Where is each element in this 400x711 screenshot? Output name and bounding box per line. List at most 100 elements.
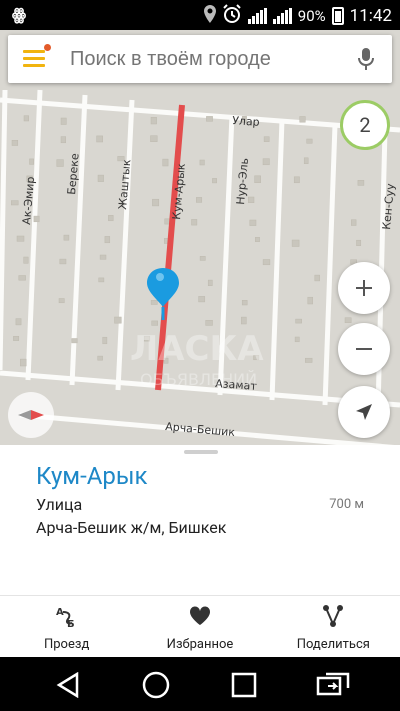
building [11,200,19,206]
building [295,318,302,324]
building [212,178,217,184]
building [196,197,203,203]
action-bar: АБ Проезд Избранное Поделиться [0,596,400,657]
building [104,236,111,244]
building [18,275,26,281]
building [108,215,114,222]
building [60,136,66,144]
menu-icon[interactable] [23,44,51,67]
building [16,235,25,242]
route-icon: АБ [55,604,79,628]
building [58,298,65,304]
watermark-sub: ОБЪЯВЛЕНИЙ [140,370,257,389]
zoom-out-button[interactable] [338,323,390,375]
building [33,215,40,223]
building [262,259,271,266]
building [305,357,313,363]
place-card: Кум-Арык Улица 700 м Арча-Бешик ж/м, Биш… [0,445,400,657]
place-address: Арча-Бешик ж/м, Бишкек [36,518,227,537]
notification-dot [44,44,51,51]
compass-icon [18,410,44,420]
building [205,320,213,326]
my-location-button[interactable] [338,386,390,438]
building [150,300,158,305]
building [207,279,213,286]
building [11,140,19,146]
building [356,239,362,246]
building [299,116,306,123]
building [314,274,320,282]
building [306,138,313,144]
odnoklassniki-icon: ꙮ [12,5,27,24]
signal-sim2-icon [272,8,292,24]
building [97,174,104,182]
dual-window-icon [316,672,350,696]
building [102,336,108,345]
building [263,136,270,142]
recents-button[interactable] [229,670,259,700]
map-view[interactable]: Улар Ак-Эмир Береке Жаштык Кум-Арык Нур-… [0,30,400,445]
route-button[interactable]: АБ Проезд [0,596,133,657]
building [291,239,300,247]
battery-icon [331,7,344,25]
navigation-arrow-icon [356,404,372,420]
sheet-handle[interactable] [184,450,218,454]
building [23,256,29,264]
building [152,198,160,207]
building [13,336,20,341]
place-title: Кум-Арык [36,462,148,490]
building [307,296,313,305]
building [15,318,22,326]
search-input[interactable] [70,45,340,73]
location-icon [203,5,216,27]
favorite-button[interactable]: Избранное [133,596,266,657]
search-bar[interactable] [8,35,392,83]
building [96,135,103,143]
building [248,196,255,203]
building [199,159,205,166]
building [56,159,64,167]
back-triangle-icon [56,672,79,698]
building [71,338,78,344]
dual-window-button[interactable] [316,670,350,700]
home-button[interactable] [141,670,171,700]
battery-percent: 90% [297,7,326,25]
building [344,317,352,323]
street-label-ular: Улар [232,114,260,129]
cluster-count-badge[interactable]: 2 [340,100,390,150]
clock: 11:42 [349,6,392,26]
building [98,277,105,283]
heart-icon [188,604,212,628]
building [255,237,260,242]
recents-square-icon [231,672,257,698]
alarm-icon [222,4,242,28]
building [191,219,198,226]
home-circle-icon [142,671,170,699]
building [199,256,206,261]
building [254,175,261,183]
share-button[interactable]: Поделиться [267,596,400,657]
system-nav-bar [0,657,400,711]
building [29,158,34,165]
back-button[interactable] [53,670,83,700]
share-icon [321,604,345,628]
building [357,180,365,186]
zoom-in-button[interactable] [338,262,390,314]
building [59,258,67,265]
share-label: Поделиться [296,637,370,652]
building [206,116,213,122]
status-bar: ꙮ 90% 11:42 [0,0,400,30]
building [351,219,357,226]
place-type: Улица [36,495,83,514]
microphone-icon[interactable] [358,48,374,70]
building [114,316,122,324]
plus-icon [356,280,372,296]
building [262,158,270,166]
signal-sim1-icon [247,8,267,24]
building [63,234,70,241]
building [303,157,309,164]
place-distance: 700 м [329,497,364,512]
route-label: Проезд [43,637,90,652]
building [23,115,29,122]
compass-button[interactable] [8,392,54,438]
